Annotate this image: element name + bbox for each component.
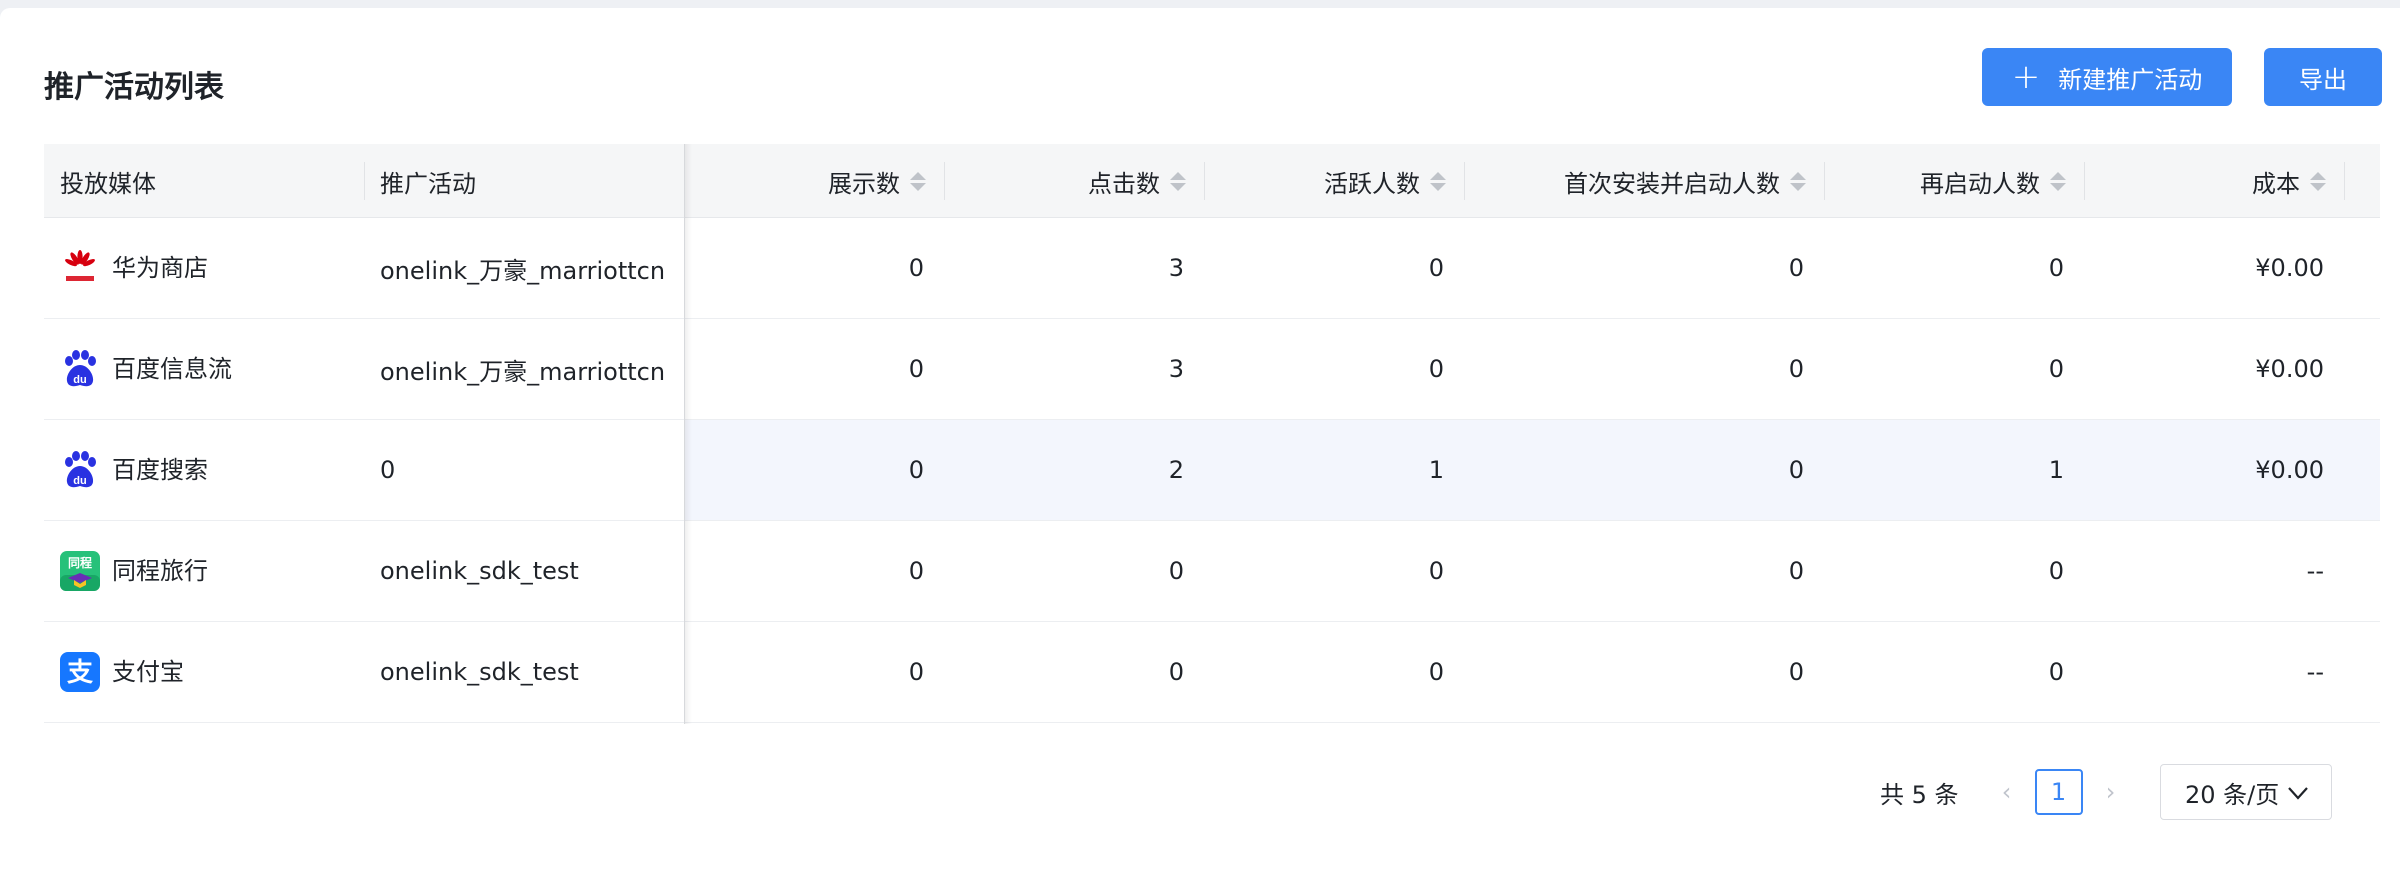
clicks-cell: 3 bbox=[1168, 254, 1184, 282]
cost-cell: ¥0.00 bbox=[2255, 254, 2324, 282]
sort-icon[interactable] bbox=[1170, 171, 1186, 191]
media-name: 百度搜索 bbox=[112, 456, 208, 484]
svg-text:du: du bbox=[73, 475, 86, 487]
clicks-cell: 3 bbox=[1168, 355, 1184, 383]
prev-page-icon[interactable]: ‹ bbox=[1987, 778, 2027, 806]
export-button[interactable]: 导出 bbox=[2264, 48, 2382, 106]
media-name: 支付宝 bbox=[112, 658, 184, 686]
sort-icon[interactable] bbox=[2310, 171, 2326, 191]
campaign-cell: 0 bbox=[364, 420, 684, 520]
column-header-label: 成本 bbox=[2252, 169, 2300, 198]
media-name: 同程旅行 bbox=[112, 557, 208, 585]
campaign-cell: onelink_sdk_test bbox=[380, 658, 579, 686]
clicks-cell: 2 bbox=[1168, 456, 1184, 484]
media-name: 百度信息流 bbox=[112, 355, 232, 383]
cost-cell: -- bbox=[2306, 557, 2324, 585]
table-row[interactable]: 支 支付宝 onelink_sdk_test 0 0 0 0 0 -- bbox=[44, 622, 2380, 723]
baidu-logo-icon: du bbox=[60, 450, 100, 490]
media-cell: du 百度搜索 bbox=[44, 420, 364, 520]
first-install-cell: 0 bbox=[1788, 658, 1804, 686]
tongcheng-logo-icon: 同程 bbox=[60, 551, 100, 591]
first-install-cell: 0 bbox=[1788, 557, 1804, 585]
table-row[interactable]: 华为商店 onelink_万豪_marriottcn 0 3 0 0 0 ¥0.… bbox=[44, 218, 2380, 319]
column-header-relaunch[interactable]: 再启动人数 bbox=[1824, 144, 2084, 218]
new-campaign-button[interactable]: + 新建推广活动 bbox=[1982, 48, 2232, 106]
column-header-label: 点击数 bbox=[1088, 169, 1160, 198]
column-header-media: 投放媒体 bbox=[60, 169, 156, 198]
relaunch-cell: 0 bbox=[2048, 557, 2064, 585]
campaign-list-card: 推广活动列表 + 新建推广活动 导出 投放媒体 推广活动 展示数 点击数 活跃人… bbox=[0, 8, 2400, 872]
page-size-value: 20 条/页 bbox=[2185, 780, 2280, 809]
relaunch-cell: 0 bbox=[2048, 254, 2064, 282]
svg-text:支: 支 bbox=[67, 658, 93, 688]
sort-icon[interactable] bbox=[1790, 171, 1806, 191]
campaign-cell: onelink_sdk_test bbox=[380, 557, 579, 585]
new-campaign-label: 新建推广活动 bbox=[2058, 65, 2203, 94]
page-title: 推广活动列表 bbox=[44, 70, 224, 105]
active-cell: 0 bbox=[1428, 254, 1444, 282]
media-cell: 华为商店 bbox=[44, 218, 364, 318]
svg-text:同程: 同程 bbox=[68, 555, 92, 570]
first-install-cell: 0 bbox=[1788, 456, 1804, 484]
impressions-cell: 0 bbox=[908, 456, 924, 484]
relaunch-cell: 1 bbox=[2048, 456, 2064, 484]
column-header-active[interactable]: 活跃人数 bbox=[1204, 144, 1464, 218]
campaign-table: 投放媒体 推广活动 展示数 点击数 活跃人数 首次安装并启动人数 再启动人数 成… bbox=[44, 144, 2380, 724]
column-header-campaign: 推广活动 bbox=[380, 169, 476, 198]
first-install-cell: 0 bbox=[1788, 254, 1804, 282]
column-header-label: 首次安装并启动人数 bbox=[1564, 169, 1780, 198]
chevron-down-icon bbox=[2287, 778, 2309, 806]
cost-cell: -- bbox=[2306, 658, 2324, 686]
fixed-column-shadow bbox=[684, 144, 692, 724]
page-number-current[interactable]: 1 bbox=[2034, 769, 2083, 815]
sort-icon[interactable] bbox=[1430, 171, 1446, 191]
impressions-cell: 0 bbox=[908, 658, 924, 686]
next-page-icon[interactable]: › bbox=[2091, 778, 2131, 806]
table-row[interactable]: du 百度搜索 0 0 2 1 0 1 ¥0.00 bbox=[44, 420, 2380, 521]
first-install-cell: 0 bbox=[1788, 355, 1804, 383]
media-cell: 支 支付宝 bbox=[44, 622, 364, 722]
clicks-cell: 0 bbox=[1168, 658, 1184, 686]
media-name: 华为商店 bbox=[112, 254, 208, 282]
svg-text:du: du bbox=[73, 374, 86, 386]
active-cell: 1 bbox=[1428, 456, 1444, 484]
column-header-first-install[interactable]: 首次安装并启动人数 bbox=[1464, 144, 1824, 218]
baidu-logo-icon: du bbox=[60, 349, 100, 389]
pagination: 共 5 条 ‹ 1 › bbox=[1880, 764, 2131, 820]
media-cell: du 百度信息流 bbox=[44, 319, 364, 419]
media-cell: 同程 同程旅行 bbox=[44, 521, 364, 621]
column-header-label: 再启动人数 bbox=[1920, 169, 2040, 198]
column-header-clicks[interactable]: 点击数 bbox=[944, 144, 1204, 218]
column-header-impressions[interactable]: 展示数 bbox=[684, 144, 944, 218]
column-header-label: 展示数 bbox=[828, 169, 900, 198]
active-cell: 0 bbox=[1428, 355, 1444, 383]
active-cell: 0 bbox=[1428, 557, 1444, 585]
campaign-cell: onelink_万豪_marriottcn bbox=[380, 357, 666, 386]
impressions-cell: 0 bbox=[908, 254, 924, 282]
impressions-cell: 0 bbox=[908, 557, 924, 585]
pagination-total: 共 5 条 bbox=[1880, 780, 1959, 809]
active-cell: 0 bbox=[1428, 658, 1444, 686]
column-header-cost[interactable]: 成本 bbox=[2084, 144, 2344, 218]
table-row[interactable]: du 百度信息流 onelink_万豪_marriottcn 0 3 0 0 0… bbox=[44, 319, 2380, 420]
sort-icon[interactable] bbox=[910, 171, 926, 191]
column-divider bbox=[2344, 162, 2345, 200]
plus-icon: + bbox=[2011, 57, 2041, 97]
sort-icon[interactable] bbox=[2050, 171, 2066, 191]
alipay-logo-icon: 支 bbox=[60, 652, 100, 692]
column-header-label: 活跃人数 bbox=[1324, 169, 1420, 198]
cost-cell: ¥0.00 bbox=[2255, 355, 2324, 383]
huawei-logo-icon bbox=[60, 248, 100, 288]
cost-cell: ¥0.00 bbox=[2255, 456, 2324, 484]
impressions-cell: 0 bbox=[908, 355, 924, 383]
table-header: 投放媒体 推广活动 展示数 点击数 活跃人数 首次安装并启动人数 再启动人数 成… bbox=[44, 144, 2380, 218]
page-size-select[interactable]: 20 条/页 bbox=[2160, 764, 2332, 820]
campaign-cell: onelink_万豪_marriottcn bbox=[380, 256, 666, 285]
table-row[interactable]: 同程 同程旅行 onelink_sdk_test 0 0 0 0 0 -- bbox=[44, 521, 2380, 622]
clicks-cell: 0 bbox=[1168, 557, 1184, 585]
relaunch-cell: 0 bbox=[2048, 355, 2064, 383]
relaunch-cell: 0 bbox=[2048, 658, 2064, 686]
